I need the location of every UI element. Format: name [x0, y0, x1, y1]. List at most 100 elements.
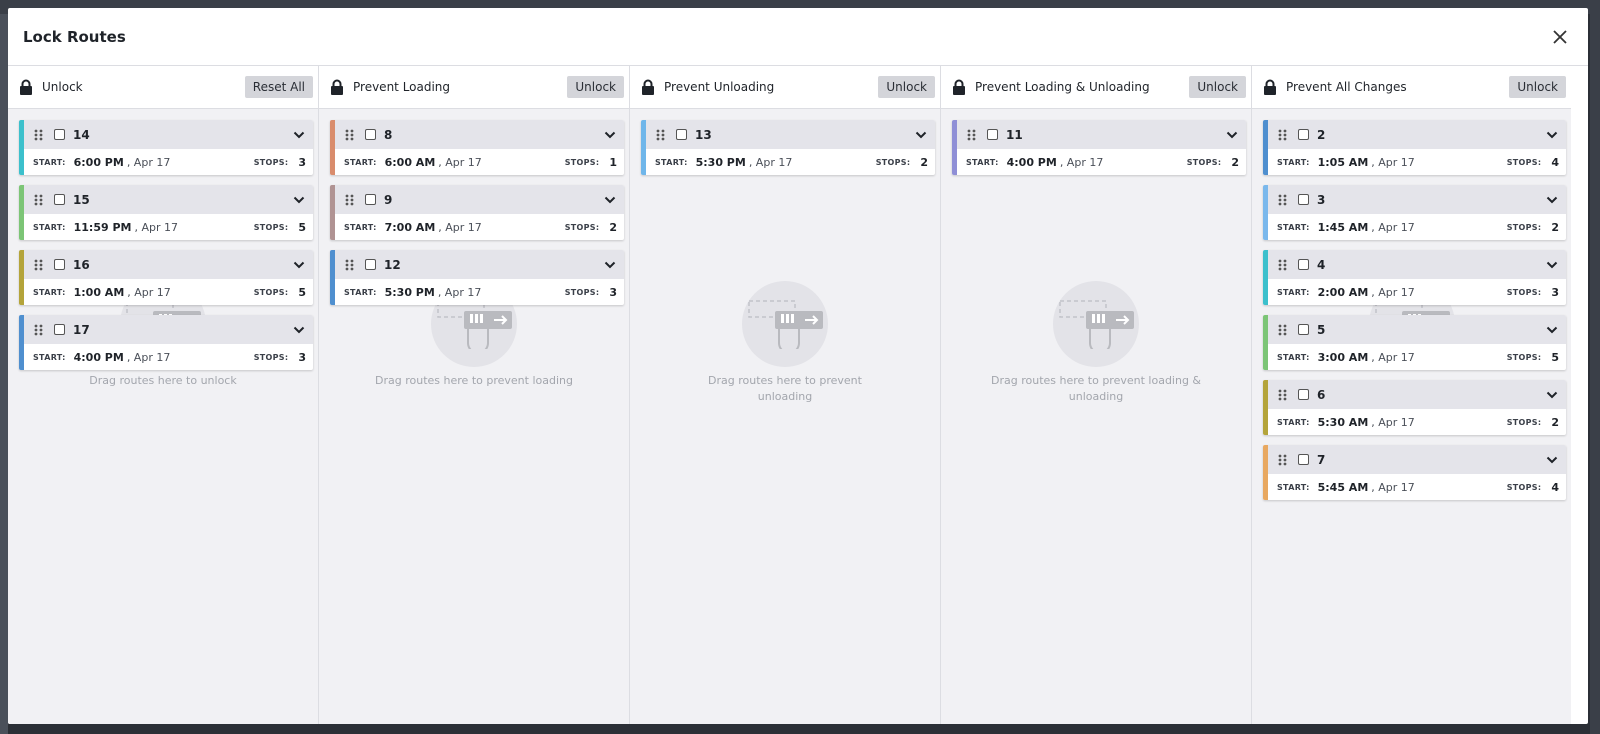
lock-icon: [1264, 79, 1276, 95]
stops-count: 5: [298, 285, 306, 299]
route-checkbox[interactable]: [54, 259, 65, 270]
route-checkbox[interactable]: [365, 194, 376, 205]
chevron-down-icon[interactable]: [293, 261, 305, 269]
chevron-down-icon[interactable]: [293, 196, 305, 204]
drag-handle-icon[interactable]: [34, 129, 44, 141]
start-time: 11:59 PM: [73, 220, 132, 234]
chevron-down-icon[interactable]: [1546, 326, 1558, 334]
start-time: 1:05 AM: [1317, 155, 1369, 169]
route-checkbox[interactable]: [54, 129, 65, 140]
route-card[interactable]: 11 START: 4:00 PM , Apr 17 STOPS: 2: [952, 120, 1246, 175]
start-date: , Apr 17: [437, 285, 482, 299]
stops-count: 3: [298, 155, 306, 169]
chevron-down-icon[interactable]: [915, 131, 927, 139]
start-label: START:: [655, 157, 688, 167]
lock-column[interactable]: Prevent All Changes Unlock 2 START: 1:05…: [1252, 66, 1571, 724]
drag-hand-icon: [437, 300, 512, 349]
start-label: START:: [1277, 482, 1310, 492]
start-time: 5:30 PM: [695, 155, 746, 169]
column-header: Prevent Unloading Unlock: [630, 66, 940, 109]
lock-column[interactable]: Prevent Loading & Unloading Unlock Drag …: [941, 66, 1252, 724]
lock-column[interactable]: Prevent Loading Unlock Drag routes here …: [319, 66, 630, 724]
route-number: 13: [695, 127, 712, 142]
route-checkbox[interactable]: [54, 324, 65, 335]
drag-handle-icon[interactable]: [345, 129, 355, 141]
column-action-button[interactable]: Unlock: [567, 76, 624, 98]
lock-icon: [953, 79, 965, 95]
chevron-down-icon[interactable]: [1546, 131, 1558, 139]
drag-handle-icon[interactable]: [1278, 129, 1288, 141]
drag-handle-icon[interactable]: [34, 324, 44, 336]
route-card[interactable]: 13 START: 5:30 PM , Apr 17 STOPS: 2: [641, 120, 935, 175]
chevron-down-icon[interactable]: [1226, 131, 1238, 139]
route-card[interactable]: 2 START: 1:05 AM , Apr 17 STOPS: 4: [1263, 120, 1566, 175]
column-action-button[interactable]: Unlock: [878, 76, 935, 98]
route-card[interactable]: 6 START: 5:30 AM , Apr 17 STOPS: 2: [1263, 380, 1566, 435]
drop-zone-text: Drag routes here to prevent loading & un…: [991, 374, 1202, 403]
start-time: 7:00 AM: [384, 220, 436, 234]
drag-handle-icon[interactable]: [345, 259, 355, 271]
chevron-down-icon[interactable]: [293, 131, 305, 139]
route-card[interactable]: 8 START: 6:00 AM , Apr 17 STOPS: 1: [330, 120, 624, 175]
route-card[interactable]: 16 START: 1:00 AM , Apr 17 STOPS: 5: [19, 250, 313, 305]
chevron-down-icon[interactable]: [1546, 456, 1558, 464]
route-card[interactable]: 4 START: 2:00 AM , Apr 17 STOPS: 3: [1263, 250, 1566, 305]
chevron-down-icon[interactable]: [1546, 261, 1558, 269]
drag-handle-icon[interactable]: [967, 129, 977, 141]
chevron-down-icon[interactable]: [604, 261, 616, 269]
column-header: Prevent Loading & Unloading Unlock: [941, 66, 1251, 109]
stops-label: STOPS:: [1506, 417, 1542, 427]
column-title: Prevent Loading: [353, 80, 451, 94]
route-card[interactable]: 3 START: 1:45 AM , Apr 17 STOPS: 2: [1263, 185, 1566, 240]
drag-handle-icon[interactable]: [345, 194, 355, 206]
chevron-down-icon[interactable]: [293, 326, 305, 334]
start-label: START:: [33, 287, 66, 297]
route-checkbox[interactable]: [676, 129, 687, 140]
route-checkbox[interactable]: [987, 129, 998, 140]
drag-handle-icon[interactable]: [34, 194, 44, 206]
route-card[interactable]: 14 START: 6:00 PM , Apr 17 STOPS: 3: [19, 120, 313, 175]
route-list: 8 START: 6:00 AM , Apr 17 STOPS: 1 9 STA…: [319, 109, 629, 305]
drag-handle-icon[interactable]: [1278, 259, 1288, 271]
drag-handle-icon[interactable]: [1278, 454, 1288, 466]
start-time: 1:45 AM: [1317, 220, 1369, 234]
route-card[interactable]: 15 START: 11:59 PM , Apr 17 STOPS: 5: [19, 185, 313, 240]
route-checkbox[interactable]: [1298, 194, 1309, 205]
route-card[interactable]: 9 START: 7:00 AM , Apr 17 STOPS: 2: [330, 185, 624, 240]
drop-zone[interactable]: Drag routes here to prevent unloading: [630, 281, 940, 405]
drag-hand-icon: [748, 300, 823, 349]
route-checkbox[interactable]: [365, 259, 376, 270]
chevron-down-icon[interactable]: [1546, 196, 1558, 204]
column-action-button[interactable]: Unlock: [1509, 76, 1566, 98]
start-time: 6:00 PM: [73, 155, 124, 169]
lock-column[interactable]: Unlock Reset All Drag routes here to unl…: [8, 66, 319, 724]
column-action-button[interactable]: Reset All: [244, 76, 313, 98]
drag-handle-icon[interactable]: [34, 259, 44, 271]
route-checkbox[interactable]: [1298, 324, 1309, 335]
route-card[interactable]: 7 START: 5:45 AM , Apr 17 STOPS: 4: [1263, 445, 1566, 500]
drag-handle-icon[interactable]: [1278, 324, 1288, 336]
start-label: START:: [1277, 352, 1310, 362]
route-card[interactable]: 12 START: 5:30 PM , Apr 17 STOPS: 3: [330, 250, 624, 305]
stops-label: STOPS:: [1186, 157, 1222, 167]
route-checkbox[interactable]: [1298, 259, 1309, 270]
start-date: , Apr 17: [127, 285, 171, 299]
route-checkbox[interactable]: [54, 194, 65, 205]
route-checkbox[interactable]: [365, 129, 376, 140]
chevron-down-icon[interactable]: [604, 196, 616, 204]
lock-column[interactable]: Prevent Unloading Unlock Drag routes her…: [630, 66, 941, 724]
column-action-button[interactable]: Unlock: [1189, 76, 1246, 98]
drop-zone[interactable]: Drag routes here to prevent loading & un…: [941, 281, 1251, 405]
chevron-down-icon[interactable]: [604, 131, 616, 139]
route-checkbox[interactable]: [1298, 454, 1309, 465]
drag-handle-icon[interactable]: [656, 129, 666, 141]
route-card[interactable]: 17 START: 4:00 PM , Apr 17 STOPS: 3: [19, 315, 313, 370]
start-label: START:: [344, 157, 377, 167]
route-checkbox[interactable]: [1298, 129, 1309, 140]
drag-handle-icon[interactable]: [1278, 194, 1288, 206]
close-button[interactable]: [1548, 25, 1572, 49]
route-card[interactable]: 5 START: 3:00 AM , Apr 17 STOPS: 5: [1263, 315, 1566, 370]
drag-handle-icon[interactable]: [1278, 389, 1288, 401]
route-checkbox[interactable]: [1298, 389, 1309, 400]
chevron-down-icon[interactable]: [1546, 391, 1558, 399]
